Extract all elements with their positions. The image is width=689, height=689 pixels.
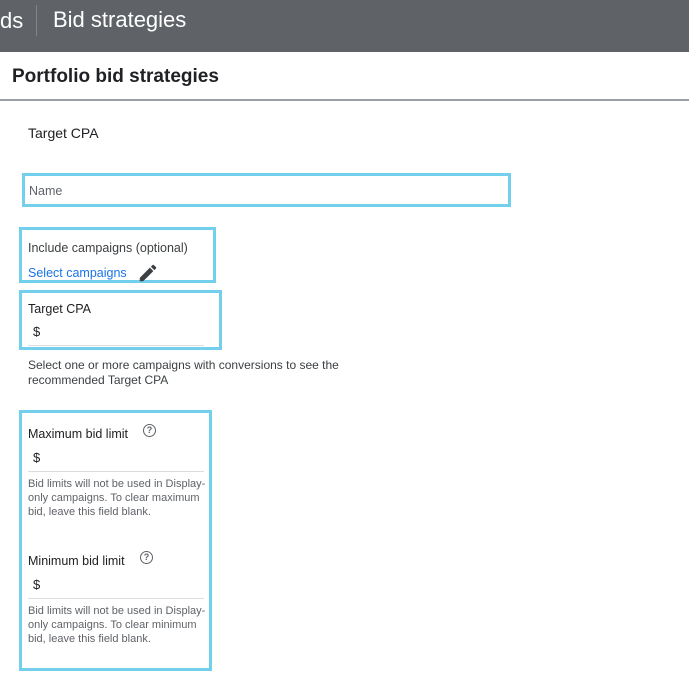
section-header: Portfolio bid strategies: [0, 52, 689, 101]
top-app-bar: ds Bid strategies: [0, 0, 689, 52]
target-cpa-input[interactable]: $: [33, 324, 40, 339]
name-field[interactable]: Name: [22, 173, 511, 207]
select-campaigns-link[interactable]: Select campaigns: [28, 266, 127, 280]
help-circle-icon[interactable]: ?: [140, 551, 153, 564]
name-placeholder[interactable]: Name: [29, 184, 62, 198]
topbar-divider: [36, 5, 37, 36]
page-title: Bid strategies: [53, 7, 187, 32]
min-bid-underline: [28, 598, 204, 599]
max-bid-input[interactable]: $: [33, 450, 40, 465]
target-cpa-label: Target CPA: [28, 302, 91, 316]
max-bid-label: Maximum bid limit: [28, 427, 129, 441]
pencil-icon[interactable]: [137, 262, 159, 284]
target-cpa-underline: [28, 345, 204, 346]
help-circle-icon[interactable]: ?: [143, 424, 156, 437]
strategy-type-label: Target CPA: [28, 125, 99, 141]
include-campaigns-section: Include campaigns (optional) Select camp…: [19, 227, 216, 283]
min-bid-note: Bid limits will not be used in Display-o…: [28, 605, 206, 645]
app-name-fragment[interactable]: ds: [0, 8, 23, 34]
min-bid-input[interactable]: $: [33, 577, 40, 592]
target-cpa-hint: Select one or more campaigns with conver…: [28, 358, 339, 387]
include-campaigns-label: Include campaigns (optional): [28, 241, 188, 255]
max-bid-note: Bid limits will not be used in Display-o…: [28, 478, 206, 518]
max-bid-underline: [28, 471, 204, 472]
target-cpa-field: Target CPA $: [19, 290, 222, 350]
section-title: Portfolio bid strategies: [12, 66, 219, 87]
min-bid-label: Minimum bid limit: [28, 554, 125, 568]
bid-limits-section: Maximum bid limit ? $ Bid limits will no…: [19, 410, 212, 671]
